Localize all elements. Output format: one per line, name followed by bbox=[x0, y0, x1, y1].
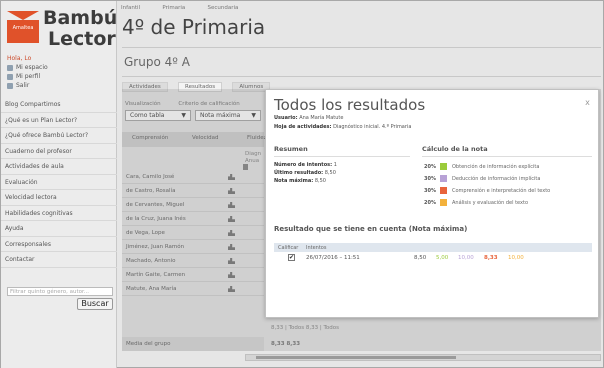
score-criterion-2: 10,00 bbox=[458, 255, 474, 261]
result-title: Resultado que se tiene en cuenta (Nota m… bbox=[274, 225, 468, 233]
logo-text-line2: Lector bbox=[48, 28, 116, 50]
criterion-row: 20% Análisis y evaluación del texto bbox=[424, 199, 529, 206]
topnav-secundaria[interactable]: Secundaria bbox=[208, 5, 239, 11]
user-icon bbox=[7, 74, 13, 80]
summary-section: Resumen Número de intentos: 1 Último res… bbox=[274, 145, 410, 186]
search-button[interactable]: Buscar bbox=[77, 298, 113, 310]
top-nav: Infantil Primaria Secundaria bbox=[121, 3, 258, 13]
home-icon bbox=[7, 65, 13, 71]
close-icon[interactable]: x bbox=[583, 98, 592, 107]
nav-item-plan-lector[interactable]: ¿Qué es un Plan Lector? bbox=[1, 113, 117, 128]
link-my-space[interactable]: Mi espacio bbox=[7, 64, 111, 73]
user-menu: Hola, Lo Mi espacio Mi perfil Salir bbox=[7, 55, 111, 91]
nav-item-actividades[interactable]: Actividades de aula bbox=[1, 159, 117, 175]
nav-item-ayuda[interactable]: Ayuda bbox=[1, 221, 117, 237]
color-swatch bbox=[440, 175, 447, 182]
link-my-profile[interactable]: Mi perfil bbox=[7, 73, 111, 82]
criterion-row: 20% Obtención de información explícita bbox=[424, 163, 540, 170]
col-intentos: Intentos bbox=[306, 245, 327, 251]
link-logout[interactable]: Salir bbox=[7, 82, 111, 91]
result-table-header: Calificar Intentos bbox=[274, 243, 592, 252]
attempt-date: 26/07/2016 – 11:51 bbox=[306, 255, 360, 261]
nav-item-contactar[interactable]: Contactar bbox=[1, 252, 117, 268]
topnav-infantil[interactable]: Infantil bbox=[121, 5, 140, 11]
score-criterion-4: 10,00 bbox=[508, 255, 524, 261]
col-calificar: Calificar bbox=[278, 245, 299, 251]
sidebar: Amaltea Bambú Lector Hola, Lo Mi espacio… bbox=[1, 1, 117, 368]
calc-title: Cálculo de la nota bbox=[422, 145, 592, 157]
horizontal-scrollbar[interactable] bbox=[245, 354, 601, 361]
nav-item-habilidades[interactable]: Habilidades cognitivas bbox=[1, 206, 117, 221]
table-row: ✔ 26/07/2016 – 11:51 8,50 5,00 10,00 8,3… bbox=[274, 252, 592, 264]
modal-sheet: Hoja de actividades: Diagnóstico inicial… bbox=[274, 124, 412, 130]
score-criterion-1: 5,00 bbox=[436, 255, 449, 261]
grade-calculation-section: Cálculo de la nota 20% Obtención de infor… bbox=[422, 145, 592, 210]
result-table: Calificar Intentos ✔ 26/07/2016 – 11:51 … bbox=[274, 243, 592, 264]
criterion-row: 30% Comprensión e interpretación del text… bbox=[424, 187, 551, 194]
app-window: Amaltea Bambú Lector Hola, Lo Mi espacio… bbox=[0, 0, 604, 368]
logo-icon: Amaltea bbox=[7, 11, 39, 43]
page-title: 4º de Primaria bbox=[122, 15, 266, 39]
max-grade: Nota máxima: 8,50 bbox=[274, 178, 326, 184]
modal-title: Todos los resultados bbox=[274, 96, 426, 114]
nav-item-ofrece[interactable]: ¿Qué ofrece Bambú Lector? bbox=[1, 128, 117, 144]
nav-item-corresponsales[interactable]: Corresponsales bbox=[1, 237, 117, 252]
scrollbar-thumb[interactable] bbox=[256, 356, 456, 359]
nav-item-cuaderno[interactable]: Cuaderno del profesor bbox=[1, 144, 117, 159]
topnav-primaria[interactable]: Primaria bbox=[162, 5, 185, 11]
color-swatch bbox=[440, 187, 447, 194]
nav-item-evaluacion[interactable]: Evaluación bbox=[1, 175, 117, 190]
attempt-score: 8,50 bbox=[414, 255, 427, 261]
logo-text-line1: Bambú bbox=[43, 7, 118, 29]
group-title: Grupo 4º A bbox=[122, 47, 601, 77]
grade-checkbox[interactable]: ✔ bbox=[288, 254, 295, 261]
summary-title: Resumen bbox=[274, 145, 410, 157]
search-input[interactable]: Filtrar quinto género, autor... bbox=[7, 287, 113, 296]
nav-item-velocidad[interactable]: Velocidad lectora bbox=[1, 190, 117, 206]
score-criterion-3: 8,33 bbox=[484, 255, 498, 261]
results-modal: Todos los resultados x Usuario: Ana Marí… bbox=[265, 89, 599, 318]
criterion-row: 30% Deducción de información implícita bbox=[424, 175, 541, 182]
last-result: Último resultado: 8,50 bbox=[274, 170, 336, 176]
logout-icon bbox=[7, 83, 13, 89]
nav-item-blog[interactable]: Blog Compartimos bbox=[1, 97, 117, 113]
modal-user: Usuario: Ana María Matute bbox=[274, 115, 344, 121]
color-swatch bbox=[440, 199, 447, 206]
attempts: Número de intentos: 1 bbox=[274, 162, 337, 168]
color-swatch bbox=[440, 163, 447, 170]
main-nav: Blog Compartimos ¿Qué es un Plan Lector?… bbox=[1, 97, 117, 268]
logo[interactable]: Amaltea Bambú Lector bbox=[5, 5, 118, 51]
user-greeting: Hola, Lo bbox=[7, 55, 32, 62]
